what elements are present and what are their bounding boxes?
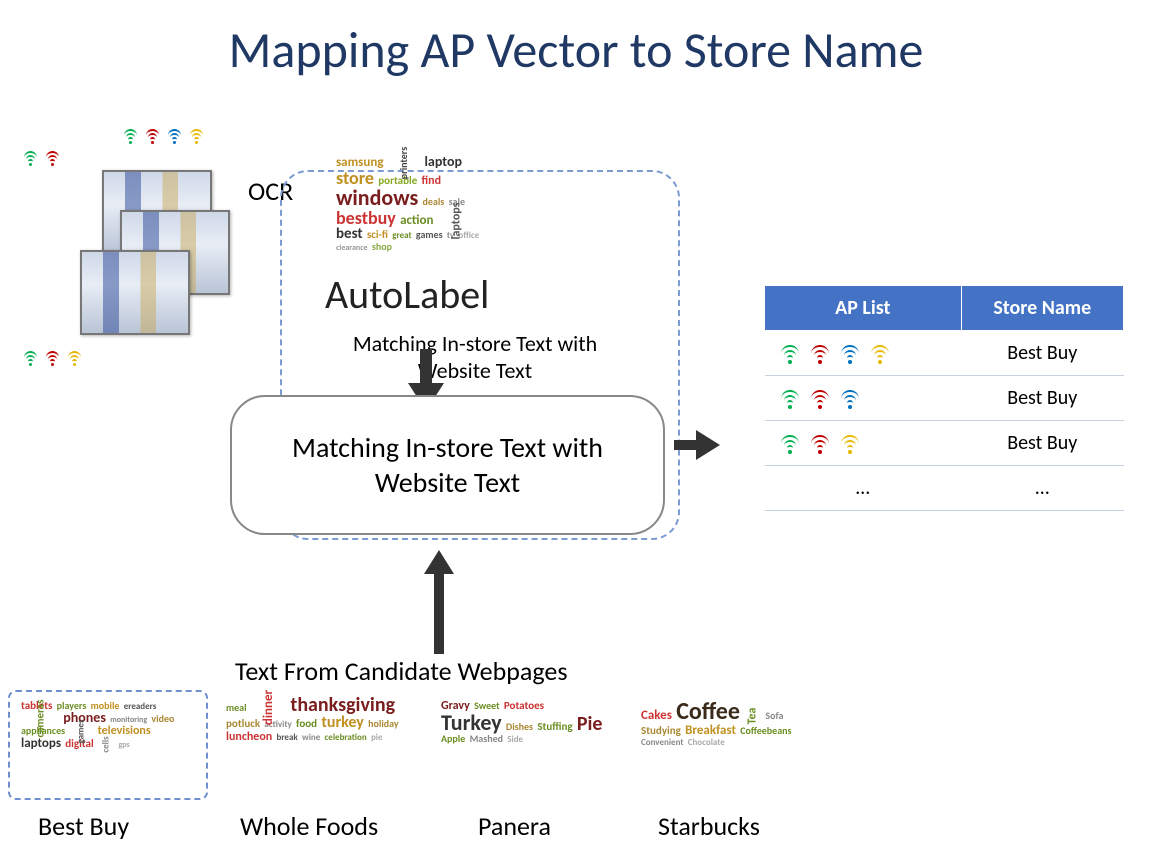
arrow-right-icon [696,430,720,460]
table-row: …… [765,466,1124,511]
wifi-icon [839,342,861,364]
store-photo [80,250,190,335]
wifi-icon [44,150,60,166]
table-row: Best Buy [765,331,1124,376]
candidate-name: Whole Foods [240,810,378,842]
table-header-store: Store Name [961,286,1124,331]
autolabel-title: AutoLabel [325,270,489,319]
wifi-icon [188,128,204,144]
wifi-cluster-bottom [20,350,84,366]
instore-photos [80,170,240,330]
autolabel-subtitle: Matching In-store Text with Website Text [330,330,620,384]
ap-store-table: AP List Store Name Best BuyBest BuyBest … [764,285,1124,511]
wifi-icon [166,128,182,144]
table-row: Best Buy [765,421,1124,466]
wifi-icon [869,342,891,364]
instore-wordcloud: samsung printers laptop store portable f… [335,155,505,275]
wordcloud-panera: Gravy Sweet Potatoes Turkey Dishes Stuff… [440,700,605,790]
wifi-icon [809,342,831,364]
matching-box: Matching In-store Text with Website Text [230,395,665,535]
wifi-cluster-top [120,128,206,144]
wifi-icon [809,387,831,409]
wordcloud-wholefoods: meal dinner thanksgiving potluck activit… [225,695,405,790]
wifi-icon [779,387,801,409]
candidate-name: Starbucks [658,810,760,842]
wifi-icon [22,150,38,166]
wordcloud-bestbuy: tablets players mobile ereaders cameras … [20,700,195,790]
wifi-cluster-left [20,150,62,166]
arrow-up-icon [424,550,454,574]
wifi-icon [779,432,801,454]
wifi-icon [144,128,160,144]
candidate-name: Best Buy [38,810,129,842]
wordcloud-starbucks: Cakes Coffee Tea Sofa Studying Breakfast… [640,700,805,790]
wifi-icon [66,350,82,366]
table-header-ap: AP List [765,286,962,331]
candidate-name: Panera [478,810,551,842]
wifi-icon [839,432,861,454]
table-row: Best Buy [765,376,1124,421]
wifi-icon [809,432,831,454]
wifi-icon [839,387,861,409]
wifi-icon [22,350,38,366]
wifi-icon [122,128,138,144]
wifi-icon [779,342,801,364]
wifi-icon [44,350,60,366]
candidates-label: Text From Candidate Webpages [235,655,568,687]
slide-title: Mapping AP Vector to Store Name [0,20,1152,81]
